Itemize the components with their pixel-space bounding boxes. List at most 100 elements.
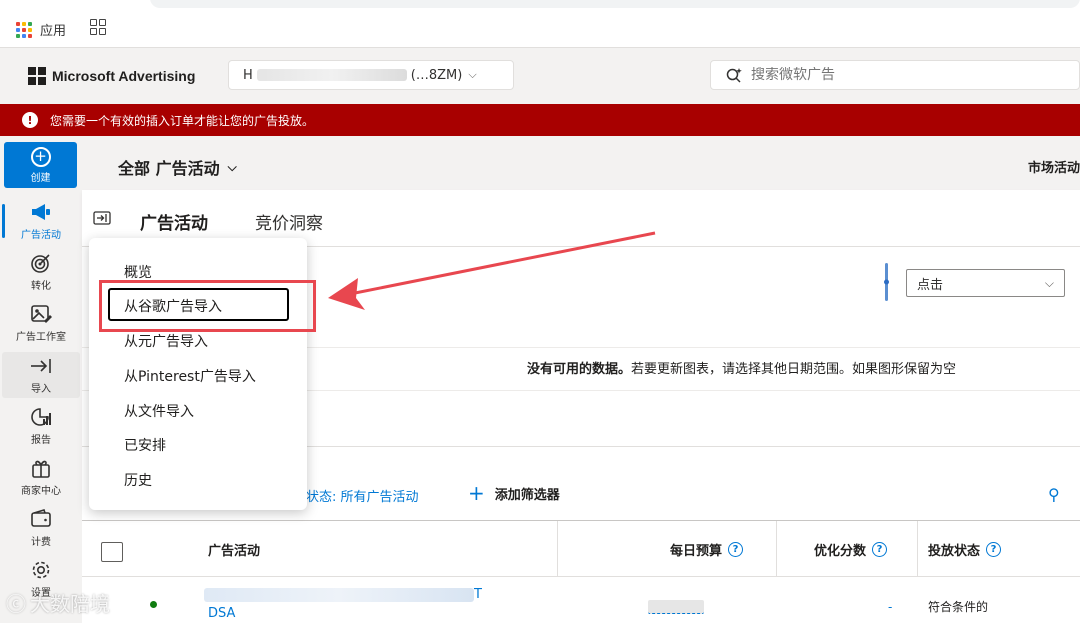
wallet-icon [31,509,51,527]
report-chart-icon [31,408,51,426]
add-filter-label: 添加筛选器 [494,487,560,503]
chevron-down-icon: ⌵ [468,68,477,81]
search-icon[interactable]: ⚲ [1048,485,1060,504]
nav-label: 转化 [31,281,51,292]
nav-item-reports[interactable]: 报告 [2,403,80,449]
bookmark-apps[interactable]: 应用 [16,20,66,39]
col-campaign[interactable]: 广告活动 [208,540,260,559]
account-id: (…8ZM) [410,67,463,83]
alert-banner: ! 您需要一个有效的插入订单才能让您的广告投放。 [0,104,1080,136]
account-name-prefix: H [243,67,253,83]
annotation-highlight [99,280,316,332]
col-label: 投放状态 [928,544,981,559]
nav-label: 导入 [31,384,51,395]
menu-item-import-meta[interactable]: 从元广告导入 [124,331,208,351]
table-row[interactable]: T DSA - 符合条件的 [82,578,1080,623]
campaign-name-suffix[interactable]: T [474,587,482,602]
tab-groups-icon[interactable] [90,19,106,35]
nav-label: 广告活动 [21,230,61,241]
account-name-redacted [256,69,407,81]
megaphone-icon [32,204,50,220]
market-label: 市场活动 [1027,161,1080,176]
col-label: 广告活动 [208,544,261,559]
scope-selector[interactable]: 全部 广告活动 ⌵ [118,155,237,179]
plus-circle-icon: + [30,146,51,167]
nav-item-import[interactable]: 导入 [2,352,80,398]
status-filter[interactable]: 状态: 所有广告活动 [306,486,419,505]
no-data-message: 没有可用的数据。若要更新图表，请选择其他日期范围。如果图形保留为空 [527,358,956,377]
menu-item-history[interactable]: 历史 [124,470,152,490]
column-divider [557,521,558,577]
no-data-title: 没有可用的数据。 [527,362,632,377]
plus-icon: + [468,481,485,505]
search-sparkle-icon [726,68,742,83]
help-icon[interactable]: ? [728,542,744,557]
nav-label: 商家中心 [21,486,61,497]
metric-marker-icon [884,263,889,301]
create-label: 创建 [30,172,51,184]
campaign-name[interactable]: DSA [208,606,235,621]
import-menu: 概览 从谷歌广告导入 从元广告导入 从Pinterest广告导入 从文件导入 已… [89,238,307,510]
chevron-down-icon: ⌵ [227,159,237,174]
column-divider [917,521,918,577]
watermark: ⓒ 大数陪境 [6,588,110,617]
optimization-score[interactable]: - [888,600,892,614]
account-selector[interactable]: H (…8ZM) ⌵ [228,60,514,90]
scope-label: 全部 广告活动 [118,159,220,178]
tab-campaigns[interactable]: 广告活动 [140,209,208,234]
search-input[interactable] [751,67,1051,83]
menu-item-import-pinterest[interactable]: 从Pinterest广告导入 [124,366,256,386]
select-all-checkbox[interactable] [101,542,123,562]
brand-name: Microsoft Advertising [52,68,196,84]
alert-icon: ! [22,112,38,128]
nav-label: 广告工作室 [16,332,66,343]
add-filter-button[interactable]: + 添加筛选器 [468,483,560,503]
menu-item-overview[interactable]: 概览 [124,262,152,282]
gift-icon [32,460,50,478]
nav-label: 计费 [31,537,51,548]
metric-select[interactable]: 点击 ⌵ [906,269,1065,297]
scope-bar: 全部 广告活动 ⌵ 市场活动 [82,136,1080,190]
brand-logo[interactable]: Microsoft Advertising [28,67,195,85]
help-icon[interactable]: ? [986,542,1002,557]
microsoft-logo-icon [28,67,46,85]
grid-header: 广告活动 每日预算? 优化分数? 投放状态? [82,521,1080,577]
alert-message: 您需要一个有效的插入订单才能让您的广告投放。 [50,113,315,128]
menu-item-scheduled[interactable]: 已安排 [124,435,166,455]
gear-icon [32,561,50,579]
apps-grid-icon [16,21,32,38]
col-label: 优化分数 [814,544,867,559]
annotation-arrow-icon [328,231,656,310]
import-arrow-icon [31,359,51,373]
campaign-name-redacted [204,588,474,602]
collapse-panel-icon[interactable] [93,211,111,225]
col-optimization-score[interactable]: 优化分数? [814,540,888,559]
col-daily-budget[interactable]: 每日预算? [670,540,744,559]
col-delivery-status[interactable]: 投放状态? [928,540,1002,559]
nav-item-billing[interactable]: 计费 [2,505,80,551]
target-icon [31,254,50,273]
watermark-text: 大数陪境 [30,592,110,616]
nav-label: 报告 [31,435,51,446]
menu-item-import-file[interactable]: 从文件导入 [124,401,194,421]
chevron-down-icon: ⌵ [1044,275,1054,290]
budget-value-redacted[interactable] [648,600,704,614]
campaigns-grid: 广告活动 每日预算? 优化分数? 投放状态? T DSA - 符合条件的 [82,520,1080,623]
create-button[interactable]: + 创建 [4,142,77,188]
left-navigation: + 创建 广告活动 转化 广告工作室 导入 报告 商家中心 计费 设置 [0,136,82,623]
nav-item-conversions[interactable]: 转化 [2,249,80,295]
help-icon[interactable]: ? [872,542,888,557]
nav-item-campaigns[interactable]: 广告活动 [2,198,80,244]
delivery-status: 符合条件的 [928,600,989,614]
status-dot-icon [150,601,157,608]
global-search[interactable] [710,60,1080,90]
column-divider [776,521,777,577]
nav-item-ad-studio[interactable]: 广告工作室 [2,300,80,346]
metric-selected: 点击 [917,277,944,293]
watermark-logo-icon: ⓒ [6,592,26,616]
address-bar-edge [150,0,1080,8]
col-label: 每日预算 [670,544,723,559]
image-edit-icon [31,305,52,323]
app-header: Microsoft Advertising H (…8ZM) ⌵ [0,48,1080,104]
nav-item-merchant-center[interactable]: 商家中心 [2,454,80,500]
